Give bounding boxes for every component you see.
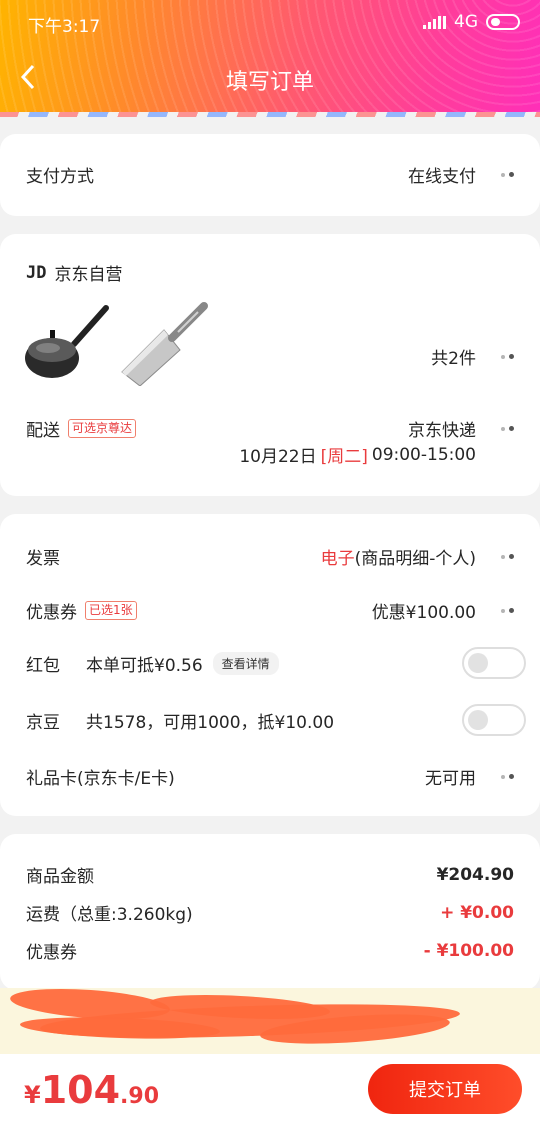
invoice-label: 发票 <box>26 549 60 569</box>
giftcard-value: 无可用 <box>425 769 476 789</box>
battery-icon <box>486 14 520 30</box>
delivery-window: 09:00-15:00 <box>371 444 476 465</box>
redpacket-detail-link[interactable]: 查看详情 <box>212 651 279 675</box>
payment-value: 在线支付 <box>408 167 476 187</box>
courier-name: 京东快递 <box>408 421 476 441</box>
total-decimal: .90 <box>120 1084 160 1109</box>
header: 下午3:17 4G 填写订单 <box>0 0 540 112</box>
giftcard-row[interactable]: 礼品卡(京东卡/E卡) 无可用 <box>26 764 514 789</box>
airmail-divider <box>0 112 540 117</box>
delivery-date: 10月22日 <box>239 447 317 467</box>
jingdou-row: 京豆 共1578，可用1000，抵¥10.00 <box>26 703 526 737</box>
submit-order-button[interactable]: 提交订单 <box>368 1064 522 1114</box>
shop-card: JD 京东自营 共2件 配送 可选京尊达 京东快递 10月22日 [周二] 09… <box>0 234 540 496</box>
redpacket-text: 本单可抵¥0.56 <box>86 655 203 676</box>
more-icon[interactable] <box>488 167 514 183</box>
redpacket-label: 红包 <box>26 655 60 676</box>
currency-symbol: ¥ <box>24 1081 41 1109</box>
delivery-tag[interactable]: 可选京尊达 <box>68 419 137 438</box>
order-total: ¥104.90 <box>24 1068 159 1112</box>
shipping-label: 运费（总重:3.260kg) <box>26 905 193 925</box>
summary-card: 商品金额 ¥204.90 运费（总重:3.260kg) + ¥0.00 优惠券 … <box>0 834 540 990</box>
delivery-label: 配送 <box>26 421 60 441</box>
options-card: 发票 电子(商品明细-个人) 优惠券 已选1张 优惠¥100.00 红包 本单可… <box>0 514 540 816</box>
coupon-tag: 已选1张 <box>85 601 137 620</box>
total-integer: 104 <box>40 1068 121 1112</box>
coupon-value: 优惠¥100.00 <box>371 603 476 623</box>
more-icon[interactable] <box>488 603 514 619</box>
more-icon[interactable] <box>488 549 514 565</box>
jingdou-text: 共1578，可用1000，抵¥10.00 <box>86 712 335 733</box>
summary-coupon-label: 优惠券 <box>26 943 77 963</box>
redpacket-toggle[interactable] <box>462 647 526 679</box>
jd-logo: JD <box>26 262 47 283</box>
redacted-banner <box>0 988 540 1054</box>
jingdou-label: 京豆 <box>26 712 60 733</box>
more-icon[interactable] <box>488 769 514 785</box>
goods-amount-value: ¥204.90 <box>436 864 514 885</box>
shipping-value: + ¥0.00 <box>440 902 514 923</box>
signal-icon <box>423 15 446 29</box>
summary-coupon-value: - ¥100.00 <box>423 940 514 961</box>
giftcard-label: 礼品卡(京东卡/E卡) <box>26 769 175 789</box>
payment-card[interactable]: 支付方式 在线支付 <box>0 134 540 216</box>
status-bar: 下午3:17 4G <box>28 12 520 37</box>
more-icon[interactable] <box>488 349 514 365</box>
jingdou-toggle[interactable] <box>462 704 526 736</box>
invoice-detail: (商品明细-个人) <box>354 549 476 569</box>
coupon-label: 优惠券 <box>26 603 77 623</box>
delivery-weekday: [周二] <box>320 447 368 467</box>
invoice-type: 电子 <box>320 549 355 569</box>
more-icon[interactable] <box>488 421 514 437</box>
status-time: 下午3:17 <box>28 17 101 37</box>
network-label: 4G <box>454 12 478 32</box>
goods-amount-label: 商品金额 <box>26 867 94 887</box>
page-title: 填写订单 <box>225 70 314 95</box>
bottom-bar: ¥104.90 提交订单 <box>0 1054 540 1124</box>
delivery-time[interactable]: 10月22日 [周二] 09:00-15:00 <box>26 442 476 468</box>
payment-label: 支付方式 <box>26 167 94 187</box>
item-count: 共2件 <box>431 349 476 369</box>
invoice-row[interactable]: 发票 电子(商品明细-个人) <box>26 544 514 569</box>
shop-name: 京东自营 <box>54 265 123 285</box>
redpacket-row: 红包 本单可抵¥0.56 查看详情 <box>26 646 526 680</box>
coupon-row[interactable]: 优惠券 已选1张 优惠¥100.00 <box>26 598 514 623</box>
